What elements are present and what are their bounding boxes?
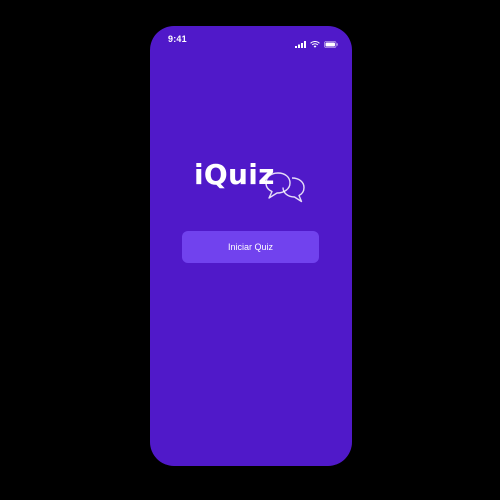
speech-bubbles-icon [264,170,308,209]
status-icons [295,35,338,53]
start-quiz-button[interactable]: Iniciar Quiz [182,231,319,263]
phone-screen: 9:41 iQuiz Iniciar Quiz [150,26,352,466]
app-logo: iQuiz [194,156,314,216]
status-time: 9:41 [168,34,187,44]
wifi-icon [310,35,320,53]
status-bar: 9:41 [150,26,352,52]
battery-icon [324,35,338,53]
signal-icon [295,35,306,53]
logo-text: iQuiz [194,158,275,191]
screen-stage: 9:41 iQuiz Iniciar Quiz [0,0,500,500]
